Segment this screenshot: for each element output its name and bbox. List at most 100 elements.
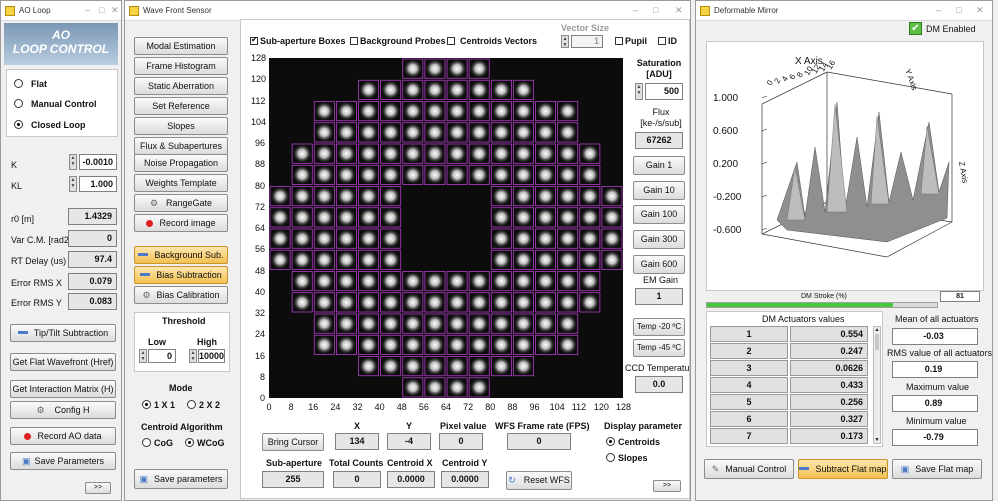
x-tick-label: 40 [374, 402, 385, 412]
actuator-index: 2 [710, 343, 788, 359]
low-spinner[interactable]: ▲ ▼ [139, 349, 147, 363]
gain-600-button[interactable]: Gain 600 [633, 255, 685, 274]
actuator-row[interactable]: 2 0.247 [710, 343, 872, 359]
mode-2x2-radio[interactable] [187, 400, 196, 409]
bg-probes-checkbox[interactable] [350, 37, 358, 45]
slopes-button[interactable]: Slopes [134, 117, 228, 135]
bias-calibration-button[interactable]: ⚙ Bias Calibration [134, 286, 228, 304]
dm-surface-plot[interactable]: 1.0000.6000.200-0.200-0.6000246810121416… [706, 41, 984, 291]
kl-spinner[interactable]: ▲ ▼ [69, 176, 77, 192]
bias-subtraction-button[interactable]: Bias Subtraction [134, 266, 228, 284]
actuator-row[interactable]: 1 0.554 [710, 326, 872, 342]
manual-control-button[interactable]: ✎ Manual Control [704, 459, 794, 479]
spot [381, 186, 400, 206]
vector-size-input[interactable]: 1 [571, 35, 603, 48]
subap-boxes-checkbox[interactable] [250, 35, 258, 45]
centroid-vectors-checkbox[interactable] [447, 37, 455, 45]
maximize-icon[interactable]: □ [99, 5, 104, 15]
k-input[interactable]: -0.0010 [79, 154, 117, 170]
close-icon[interactable]: ✕ [111, 5, 119, 16]
kl-input[interactable]: 1.000 [79, 176, 117, 192]
saturation-input[interactable]: 500 [645, 83, 683, 100]
high-input[interactable]: 10000 [198, 349, 225, 363]
actuator-row[interactable]: 3 0.0626 [710, 360, 872, 376]
gain-300-button[interactable]: Gain 300 [633, 230, 685, 249]
actuator-value: 0.433 [790, 377, 868, 393]
actuators-scrollbar[interactable]: ▲ ▼ [873, 326, 881, 444]
wfs-image[interactable] [269, 58, 623, 398]
pupil-checkbox[interactable] [615, 37, 623, 45]
ao-title-bar[interactable]: AO Loop – □ ✕ [1, 1, 121, 21]
actuator-row[interactable]: 5 0.256 [710, 394, 872, 410]
k-spinner[interactable]: ▲ ▼ [69, 154, 77, 170]
interaction-matrix-button[interactable]: Get Interaction Matrix (H) [10, 380, 116, 398]
maximize-icon[interactable]: □ [653, 5, 658, 15]
range-gate-button[interactable]: ⚙ RangeGate [134, 194, 228, 212]
maximize-icon[interactable]: □ [956, 5, 961, 15]
saturation-spinner[interactable]: ▲ ▼ [635, 83, 643, 100]
flat-wavefront-button[interactable]: Get Flat Wavefront (Href) [10, 353, 116, 371]
minimize-icon[interactable]: – [85, 5, 90, 15]
cog-radio[interactable] [142, 438, 151, 447]
r0-value: 1.4329 [68, 208, 117, 225]
bring-cursor-button[interactable]: Bring Cursor [262, 433, 324, 451]
id-checkbox[interactable] [658, 37, 666, 45]
spot [558, 335, 577, 355]
min-value: -0.79 [892, 429, 978, 446]
display-slopes-radio[interactable] [606, 453, 615, 462]
mode-flat-radio[interactable] [14, 79, 23, 88]
spot [602, 208, 622, 227]
modal-estimation-button[interactable]: Modal Estimation [134, 37, 228, 55]
minimize-icon[interactable]: – [633, 5, 638, 15]
reset-wfs-button[interactable]: ↻ Reset WFS [506, 471, 572, 490]
static-aberration-button[interactable]: Static Aberration [134, 77, 228, 95]
scroll-thumb[interactable] [875, 334, 879, 350]
record-image-button[interactable]: Record image [134, 214, 228, 232]
dm-title-bar[interactable]: Deformable Mirror – □ ✕ [696, 1, 992, 21]
save-parameters-button[interactable]: ▣ Save parameters [134, 469, 228, 489]
low-input[interactable]: 0 [148, 349, 176, 363]
actuator-row[interactable]: 6 0.327 [710, 411, 872, 427]
mode-closed-radio[interactable] [14, 120, 23, 129]
mode-manual-radio[interactable] [14, 99, 23, 108]
gain-100-button[interactable]: Gain 100 [633, 205, 685, 224]
actuators-table[interactable]: 1 0.554 2 0.247 3 0.0626 4 0.433 5 0.256 6 0.327 7 0.… [710, 326, 872, 445]
close-icon[interactable]: ✕ [675, 5, 683, 16]
noise-propagation-button[interactable]: Noise Propagation [134, 154, 228, 172]
tip-tilt-button[interactable]: Tip/Tilt Subtraction [10, 324, 116, 342]
bg-probes-label: Background Probes [360, 36, 446, 46]
ao-more-button[interactable]: >> [85, 482, 111, 494]
vector-size-spinner[interactable]: ▲ ▼ [561, 35, 569, 48]
record-ao-button[interactable]: Record AO data [10, 427, 116, 445]
save-flat-button[interactable]: ▣ Save Flat map [892, 459, 982, 479]
minimize-icon[interactable]: – [936, 5, 941, 15]
spot [381, 208, 400, 227]
high-spinner[interactable]: ▲ ▼ [189, 349, 197, 363]
subtract-flat-button[interactable]: Subtract Flat map [798, 459, 888, 479]
dm-enabled-checkbox[interactable]: ✔ [909, 22, 922, 35]
config-h-button[interactable]: ⚙ Config H [10, 401, 116, 419]
scroll-up-icon[interactable]: ▲ [874, 327, 880, 333]
scroll-down-icon[interactable]: ▼ [874, 437, 880, 443]
weights-template-button[interactable]: Weights Template [134, 174, 228, 192]
temp-20-button[interactable]: Temp -20 ºC [633, 318, 685, 336]
close-icon[interactable]: ✕ [976, 5, 984, 16]
flux-subapertures-button[interactable]: Flux & Subapertures [134, 137, 228, 155]
vector-size-label: Vector Size [561, 23, 610, 33]
set-reference-button[interactable]: Set Reference [134, 97, 228, 115]
gain-10-button[interactable]: Gain 10 [633, 181, 685, 200]
spot [292, 165, 312, 185]
frame-histogram-button[interactable]: Frame Histogram [134, 57, 228, 75]
actuator-row[interactable]: 4 0.433 [710, 377, 872, 393]
wfs-more-button[interactable]: >> [653, 480, 681, 492]
display-centroids-radio[interactable] [606, 437, 615, 446]
record-ao-label: Record AO data [37, 431, 102, 441]
wcog-radio[interactable] [185, 438, 194, 447]
actuator-row[interactable]: 7 0.173 [710, 428, 872, 444]
temp-45-button[interactable]: Temp -45 ºC [633, 339, 685, 357]
mode-1x1-radio[interactable] [142, 400, 151, 409]
gain-1-button[interactable]: Gain 1 [633, 156, 685, 175]
save-parameters-button[interactable]: ▣ Save Parameters [10, 452, 116, 470]
background-sub-button[interactable]: Background Sub. [134, 246, 228, 264]
wfs-title-bar[interactable]: Wave Front Sensor – □ ✕ [125, 1, 690, 21]
